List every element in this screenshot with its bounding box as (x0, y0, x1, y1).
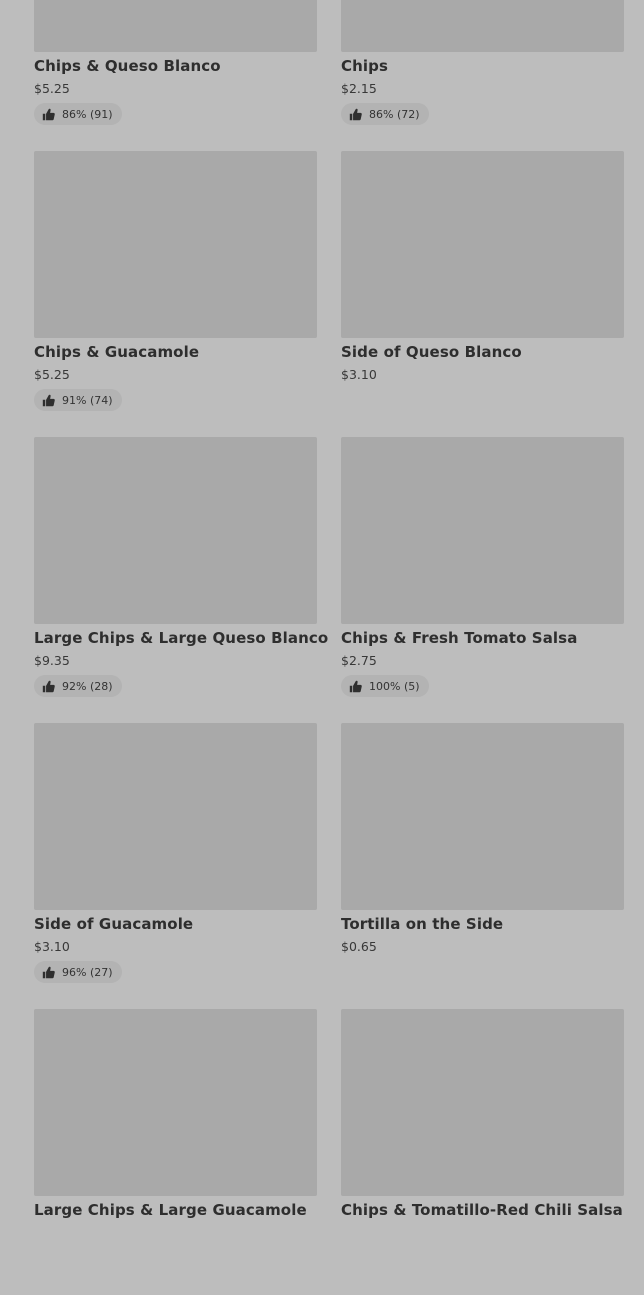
menu-item-price: $3.10 (34, 939, 70, 954)
menu-item-image[interactable] (341, 1009, 624, 1196)
thumbs-up-icon (42, 680, 55, 692)
menu-item-name: Side of Guacamole (34, 915, 194, 933)
rating-text: 91% (74) (62, 393, 113, 407)
menu-item-price: $5.25 (34, 81, 70, 96)
menu-item-card[interactable]: Large Chips & Large Guacamole (34, 1009, 317, 1295)
menu-item-card[interactable]: Tortilla on the Side $0.65 (341, 723, 624, 1009)
menu-item-image[interactable] (34, 723, 317, 910)
thumbs-up-icon (349, 108, 362, 120)
rating-text: 92% (28) (62, 679, 113, 693)
rating-text: 86% (72) (369, 107, 420, 121)
menu-item-image[interactable] (341, 723, 624, 910)
menu-item-name: Chips & Fresh Tomato Salsa (341, 629, 578, 647)
menu-item-card[interactable]: Side of Queso Blanco $3.10 (341, 151, 624, 437)
menu-item-card[interactable]: Chips $2.15 86% (72) (341, 0, 624, 151)
rating-text: 86% (91) (62, 107, 113, 121)
rating-badge: 91% (74) (34, 389, 122, 411)
menu-item-image[interactable] (34, 0, 317, 52)
thumbs-up-icon (42, 966, 55, 978)
rating-badge: 86% (91) (34, 103, 122, 125)
rating-badge: 96% (27) (34, 961, 122, 983)
menu-item-price: $9.35 (34, 653, 70, 668)
menu-item-image[interactable] (34, 1009, 317, 1196)
menu-item-image[interactable] (34, 151, 317, 338)
menu-item-card[interactable]: Large Chips & Large Queso Blanco $9.35 9… (34, 437, 328, 723)
menu-item-price: $3.10 (341, 367, 377, 382)
thumbs-up-icon (42, 394, 55, 406)
menu-item-price: $2.15 (341, 81, 377, 96)
rating-text: 100% (5) (369, 679, 420, 693)
menu-item-name: Chips & Tomatillo-Red Chili Salsa (341, 1201, 623, 1219)
rating-badge: 100% (5) (341, 675, 429, 697)
menu-item-price: $0.65 (341, 939, 377, 954)
menu-item-name: Chips & Queso Blanco (34, 57, 221, 75)
menu-item-card[interactable]: Chips & Queso Blanco $5.25 86% (91) (34, 0, 317, 151)
menu-item-name: Side of Queso Blanco (341, 343, 522, 361)
rating-badge: 86% (72) (341, 103, 429, 125)
menu-item-name: Large Chips & Large Queso Blanco (34, 629, 329, 647)
menu-item-image[interactable] (34, 437, 317, 624)
menu-item-price: $5.25 (34, 367, 70, 382)
menu-item-image[interactable] (341, 0, 624, 52)
menu-item-name: Large Chips & Large Guacamole (34, 1201, 307, 1219)
rating-text: 96% (27) (62, 965, 113, 979)
menu-item-name: Tortilla on the Side (341, 915, 504, 933)
menu-item-card[interactable]: Chips & Guacamole $5.25 91% (74) (34, 151, 317, 437)
menu-item-name: Chips & Guacamole (34, 343, 200, 361)
menu-item-price: $2.75 (341, 653, 377, 668)
menu-item-image[interactable] (341, 151, 624, 338)
thumbs-up-icon (42, 108, 55, 120)
menu-item-grid: Chips & Queso Blanco $5.25 86% (91) Chip… (34, 0, 624, 1295)
thumbs-up-icon (349, 680, 362, 692)
menu-item-card[interactable]: Chips & Fresh Tomato Salsa $2.75 100% (5… (341, 437, 624, 723)
rating-badge: 92% (28) (34, 675, 122, 697)
menu-item-name: Chips (341, 57, 388, 75)
menu-item-card[interactable]: Side of Guacamole $3.10 96% (27) (34, 723, 317, 1009)
menu-item-card[interactable]: Chips & Tomatillo-Red Chili Salsa (341, 1009, 624, 1295)
menu-item-image[interactable] (341, 437, 624, 624)
